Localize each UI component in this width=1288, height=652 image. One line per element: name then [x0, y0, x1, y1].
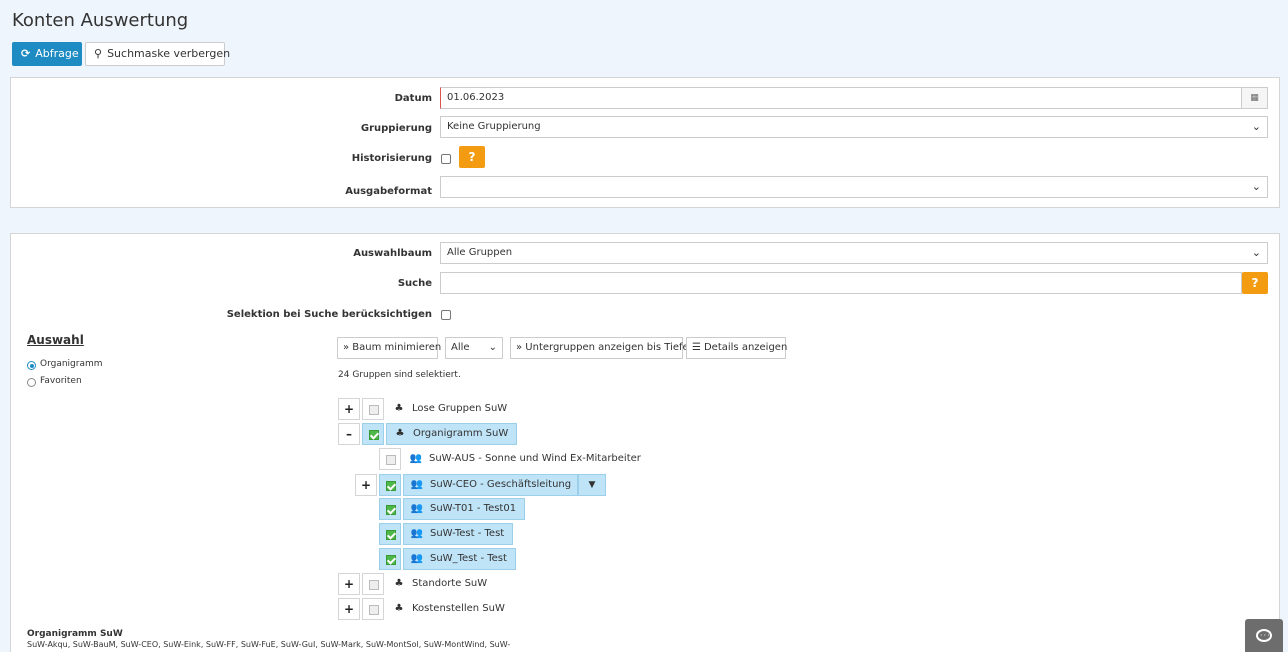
tree-expand-button[interactable]: +	[338, 598, 360, 620]
query-button-label: Abfrage	[35, 47, 79, 60]
filter-select[interactable]: Alle ⌄	[445, 337, 503, 359]
auswahlbaum-value: Alle Gruppen	[447, 247, 513, 258]
tree-item[interactable]: ♣ Kostenstellen SuW	[386, 598, 513, 620]
tree-item-label: SuW-T01 - Test01	[430, 503, 517, 514]
tree-expand-button[interactable]: +	[338, 398, 360, 420]
tree-expand-button[interactable]: +	[338, 573, 360, 595]
tree-checkbox[interactable]	[379, 523, 401, 545]
query-button[interactable]: ⟳ Abfrage	[12, 42, 82, 66]
tree-checkbox[interactable]	[379, 548, 401, 570]
tree-checkbox[interactable]	[379, 474, 401, 496]
calendar-icon[interactable]: ▦	[1241, 88, 1267, 108]
show-details-button[interactable]: ☰ Details anzeigen	[686, 337, 788, 359]
search-input[interactable]	[440, 272, 1242, 294]
tree-item[interactable]: 👥 SuW-T01 - Test01	[403, 498, 526, 520]
show-subgroups-button[interactable]: » Untergruppen anzeigen bis Tiefe	[510, 337, 689, 359]
auswahlbaum-label: Auswahlbaum	[353, 248, 432, 259]
chevron-down-icon: ⌄	[1251, 180, 1261, 193]
auswahl-heading: Auswahl	[27, 333, 84, 347]
selected-count: 24 Gruppen sind selektiert.	[338, 370, 461, 380]
tree-checkbox[interactable]	[362, 598, 384, 620]
gruppierung-label: Gruppierung	[360, 123, 432, 134]
refresh-icon: ⟳	[21, 47, 31, 60]
chevron-down-icon: ⌄	[1251, 246, 1261, 259]
minimize-tree-button[interactable]: » Baum minimieren	[337, 337, 441, 359]
users-icon: 👥	[410, 479, 424, 490]
tree-item-label: Organigramm SuW	[413, 428, 509, 439]
search-icon: ⚲	[94, 47, 103, 60]
filter-value: Alle	[451, 342, 470, 353]
ausgabeformat-label: Ausgabeformat	[345, 186, 432, 197]
group-network-icon: ♣	[394, 603, 404, 614]
users-icon: 👥	[410, 553, 424, 564]
radio-favoriten-label: Favoriten	[40, 376, 82, 386]
selection-panel	[10, 233, 1280, 652]
users-icon: 👥	[410, 503, 424, 514]
tree-item[interactable]: 👥 SuW-Test - Test	[403, 523, 514, 545]
tree-checkbox[interactable]	[379, 498, 401, 520]
tree-item[interactable]: ♣ Lose Gruppen SuW	[386, 398, 515, 420]
historisierung-help-button[interactable]: ?	[459, 146, 485, 168]
group-network-icon: ♣	[394, 403, 404, 414]
ausgabeformat-select[interactable]: ⌄	[440, 176, 1268, 198]
selektion-checkbox[interactable]	[441, 310, 451, 320]
tree-checkbox[interactable]	[379, 448, 401, 470]
radio-organigramm[interactable]	[27, 361, 36, 370]
suche-label: Suche	[397, 278, 432, 289]
hide-search-button[interactable]: ⚲ Suchmaske verbergen	[85, 42, 230, 66]
users-icon: 👥	[409, 453, 423, 464]
gruppierung-select[interactable]: Keine Gruppierung ⌄	[440, 116, 1268, 138]
chat-dots: ···	[1260, 631, 1271, 640]
search-help-button[interactable]: ?	[1242, 272, 1268, 294]
auswahlbaum-select[interactable]: Alle Gruppen ⌄	[440, 242, 1268, 264]
caret-down-icon: ▼	[588, 480, 596, 490]
hide-search-label: Suchmaske verbergen	[107, 47, 231, 60]
tree-item-label: SuW_Test - Test	[430, 553, 507, 564]
tree-checkbox[interactable]	[362, 423, 384, 445]
datum-value: 01.06.2023	[447, 92, 505, 103]
historisierung-label: Historisierung	[351, 153, 432, 164]
page-title: Konten Auswertung	[12, 10, 189, 31]
users-icon: 👥	[410, 528, 424, 539]
chevron-down-icon: ⌄	[488, 342, 497, 353]
tree-item[interactable]: ♣ Standorte SuW	[386, 573, 495, 595]
selektion-label: Selektion bei Suche berücksichtigen	[226, 309, 432, 320]
chat-button[interactable]: ···	[1245, 619, 1283, 652]
summary-text: SuW-Akqu, SuW-BauM, SuW-CEO, SuW-Eink, S…	[27, 640, 511, 649]
datum-input[interactable]: 01.06.2023 ▦	[440, 87, 1268, 109]
tree-item[interactable]: 👥 SuW_Test - Test	[403, 548, 516, 570]
tree-item-label: Kostenstellen SuW	[412, 603, 505, 614]
group-network-icon: ♣	[395, 428, 405, 439]
tree-expand-button[interactable]: +	[355, 474, 377, 496]
tree-item-label: SuW-CEO - Geschäftsleitung	[430, 479, 572, 490]
group-network-icon: ♣	[394, 578, 404, 589]
datum-label: Datum	[394, 93, 432, 104]
tree-item[interactable]: 👥 SuW-CEO - Geschäftsleitung	[403, 474, 578, 496]
list-icon: ☰	[692, 342, 701, 353]
radio-favoriten[interactable]	[27, 378, 36, 387]
tree-checkbox[interactable]	[362, 398, 384, 420]
tree-item[interactable]: ♣ Organigramm SuW	[386, 423, 518, 445]
tree-item-label: SuW-Test - Test	[430, 528, 505, 539]
show-details-label: Details anzeigen	[703, 342, 788, 353]
summary-heading: Organigramm SuW	[27, 629, 123, 639]
tree-item-dropdown[interactable]: ▼	[578, 474, 606, 496]
tree-item[interactable]: 👥 SuW-AUS - Sonne und Wind Ex-Mitarbeiter	[403, 448, 649, 470]
tree-item-label: Lose Gruppen SuW	[412, 403, 508, 414]
tree-collapse-button[interactable]: –	[338, 423, 360, 445]
radio-organigramm-label: Organigramm	[40, 359, 103, 369]
historisierung-checkbox[interactable]	[441, 154, 451, 164]
tree-item-label: SuW-AUS - Sonne und Wind Ex-Mitarbeiter	[429, 453, 641, 464]
tree-checkbox[interactable]	[362, 573, 384, 595]
chevron-down-icon: ⌄	[1251, 120, 1261, 133]
tree-item-label: Standorte SuW	[412, 578, 488, 589]
gruppierung-value: Keine Gruppierung	[447, 121, 541, 132]
